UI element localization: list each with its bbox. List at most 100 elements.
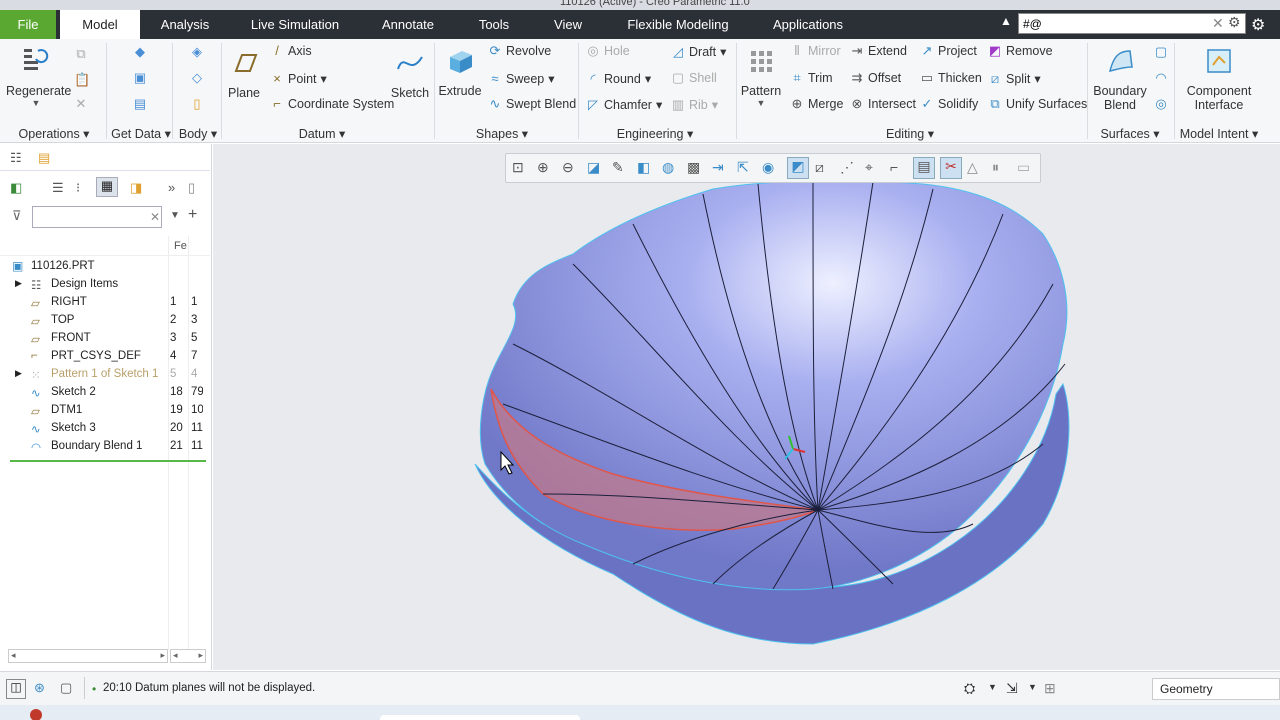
hole-button[interactable]: ◎ Hole: [586, 44, 629, 59]
offset-button[interactable]: ⇉ Offset: [850, 71, 902, 86]
body-new-icon[interactable]: ◇: [190, 71, 204, 85]
body-icon[interactable]: ◈: [190, 45, 204, 59]
plane-button[interactable]: Plane: [226, 47, 262, 100]
sweep-button[interactable]: ≈ Sweep ▾: [488, 71, 554, 86]
clear-search-icon[interactable]: ✕: [1212, 15, 1224, 32]
pause-icon[interactable]: ⏸: [992, 159, 999, 176]
group-shapes[interactable]: Shapes ▾: [470, 126, 534, 141]
model-tree-tab-icon[interactable]: ☷: [10, 150, 22, 166]
tree-settings-icon[interactable]: ☰: [52, 180, 64, 196]
regenerate-button[interactable]: Regenerate ▼: [6, 45, 71, 108]
weather-icon[interactable]: [30, 709, 42, 720]
tree-item-dtm1[interactable]: ▱ DTM1 19 10: [0, 402, 208, 420]
graphics-area[interactable]: [213, 144, 1280, 670]
copy-geometry-icon[interactable]: ▣: [133, 71, 147, 85]
tree-search-input[interactable]: [32, 206, 162, 228]
show-navigator-icon[interactable]: ◫: [6, 679, 26, 699]
remove-button[interactable]: ◩ Remove: [988, 44, 1053, 59]
group-surfaces[interactable]: Surfaces ▾: [1098, 126, 1162, 141]
extend-button[interactable]: ⇥ Extend: [850, 44, 907, 59]
group-body[interactable]: Body ▾: [176, 126, 220, 141]
zoom-in-icon[interactable]: ⊕: [537, 159, 549, 176]
refit-icon[interactable]: ⊡: [512, 159, 524, 176]
spin-center-icon[interactable]: ⇱: [737, 159, 749, 176]
split-button[interactable]: ⧄ Split ▾: [988, 71, 1041, 86]
browser-icon[interactable]: ⊛: [34, 680, 45, 696]
column-header-feature[interactable]: Fe: [174, 240, 187, 252]
selection-mode-icon[interactable]: ⇲: [1006, 680, 1018, 697]
tab-model[interactable]: Model: [60, 10, 140, 39]
annotation-display-icon[interactable]: ▤: [913, 157, 935, 179]
tree-columns-icon[interactable]: ▦: [96, 177, 118, 197]
copy-icon[interactable]: ⧉: [74, 47, 88, 61]
coordinate-system-button[interactable]: ⌐ Coordinate System: [270, 97, 394, 112]
selection-filter-select[interactable]: Geometry: [1152, 678, 1280, 700]
tab-flexible-modeling[interactable]: Flexible Modeling: [612, 10, 744, 39]
tree-item-sketch-2[interactable]: ∿ Sketch 2 18 79: [0, 384, 208, 402]
datum-display-icon[interactable]: ◩: [787, 157, 809, 179]
tree-root[interactable]: ▣ 110126.PRT: [0, 258, 208, 276]
group-engineering[interactable]: Engineering ▾: [612, 126, 698, 141]
shrinkwrap-icon[interactable]: ▤: [133, 97, 147, 111]
sketch-button[interactable]: Sketch: [390, 47, 430, 100]
swept-blend-button[interactable]: ∿ Swept Blend: [488, 97, 577, 112]
unify-surfaces-button[interactable]: ⧉ Unify Surfaces: [988, 97, 1087, 112]
zoom-out-icon[interactable]: ⊖: [562, 159, 574, 176]
find-dropdown-icon[interactable]: ▼: [988, 682, 997, 692]
search-settings-icon[interactable]: ⚙: [1228, 14, 1241, 31]
trim-button[interactable]: ⌗ Trim: [790, 71, 832, 86]
group-operations[interactable]: Operations ▾: [18, 126, 90, 141]
intersect-button[interactable]: ⊗ Intersect: [850, 97, 916, 112]
clear-filter-icon[interactable]: ✕: [150, 210, 160, 224]
stop-icon[interactable]: ▭: [1017, 159, 1030, 176]
tree-horizontal-scrollbar[interactable]: ◂ ▸: [8, 649, 168, 663]
fullscreen-icon[interactable]: ▢: [60, 680, 72, 696]
saved-orientations-icon[interactable]: ◧: [637, 159, 650, 176]
merge-button[interactable]: ⊕ Merge: [790, 97, 844, 112]
spin-center-display-icon[interactable]: ✂: [940, 157, 962, 179]
tab-tools[interactable]: Tools: [466, 10, 522, 39]
reorient-icon[interactable]: ✎: [612, 159, 624, 176]
filter-icon[interactable]: ⊽: [12, 208, 22, 224]
tree-item-right[interactable]: ▱ RIGHT 1 1: [0, 294, 208, 312]
shading-icon[interactable]: ◉: [762, 159, 774, 176]
extrude-button[interactable]: Extrude: [438, 45, 482, 98]
round-button[interactable]: ◜ Round ▾: [586, 71, 651, 86]
point-display-icon[interactable]: ⌖: [865, 159, 873, 176]
style-icon[interactable]: ◎: [1154, 97, 1168, 111]
tree-item-sketch-3[interactable]: ∿ Sketch 3 20 11: [0, 420, 208, 438]
delete-icon[interactable]: ✕: [74, 97, 88, 111]
perspective-icon[interactable]: ▩: [687, 159, 700, 176]
column-scrollbar[interactable]: ◂ ▸: [170, 649, 206, 663]
taskbar-search[interactable]: [380, 715, 580, 720]
tree-item-pattern[interactable]: ▶ ⁙ Pattern 1 of Sketch 1 5 4: [0, 366, 208, 384]
plane-display-icon[interactable]: ⧄: [815, 159, 824, 176]
axis-display-icon[interactable]: ⋰: [840, 159, 854, 176]
user-defined-feature-icon[interactable]: ◆: [133, 45, 147, 59]
tree-item-front[interactable]: ▱ FRONT 3 5: [0, 330, 208, 348]
group-model-intent[interactable]: Model Intent ▾: [1178, 126, 1260, 141]
filter-dropdown-icon[interactable]: ▼: [170, 210, 180, 221]
tab-applications[interactable]: Applications: [760, 10, 856, 39]
tab-file[interactable]: File: [0, 10, 56, 39]
expand-arrow-icon[interactable]: ▶: [15, 278, 22, 289]
expand-panel-icon[interactable]: »: [168, 180, 175, 195]
chamfer-button[interactable]: ◸ Chamfer ▾: [586, 97, 662, 112]
rib-button[interactable]: ▥ Rib ▾: [671, 97, 718, 112]
display-icon[interactable]: ◧: [10, 180, 22, 196]
boundary-blend-button[interactable]: Boundary Blend: [1092, 45, 1148, 112]
body-combine-icon[interactable]: ▯: [190, 97, 204, 111]
tab-analysis[interactable]: Analysis: [150, 10, 220, 39]
thicken-button[interactable]: ▭ Thicken: [920, 71, 982, 86]
add-column-icon[interactable]: +: [188, 206, 197, 224]
tree-item-design-items[interactable]: ▶ ☷ Design Items: [0, 276, 208, 294]
draft-button[interactable]: ◿ Draft ▾: [671, 44, 726, 59]
paste-icon[interactable]: 📋: [74, 73, 90, 87]
selection-mode-dropdown-icon[interactable]: ▼: [1028, 682, 1037, 692]
tab-live-simulation[interactable]: Live Simulation: [240, 10, 350, 39]
point-button[interactable]: × Point ▾: [270, 71, 327, 86]
find-icon[interactable]: ⛭: [964, 680, 975, 697]
tab-view[interactable]: View: [540, 10, 596, 39]
tab-annotate[interactable]: Annotate: [368, 10, 448, 39]
pattern-button[interactable]: Pattern ▼: [740, 45, 782, 108]
